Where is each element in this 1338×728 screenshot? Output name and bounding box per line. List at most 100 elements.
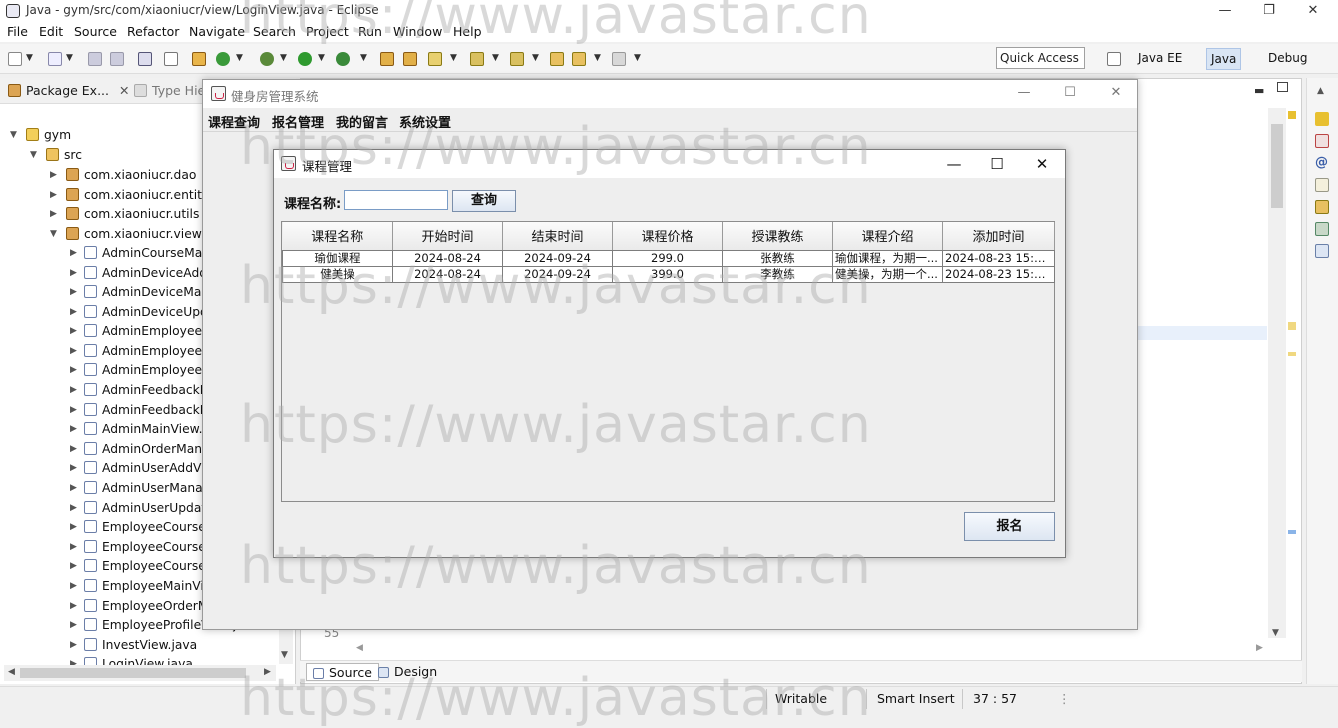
tree-item-package[interactable]: ▶ com.xiaoniucr.utils [50,204,199,224]
scroll-down-icon[interactable]: ▼ [281,650,288,660]
menu-project[interactable]: Project [306,24,349,39]
dialog-close-button[interactable]: ✕ [1022,153,1062,175]
chevron-down-icon[interactable]: ▼ [30,145,38,165]
javadoc-icon[interactable]: @ [1315,156,1329,170]
new-file-icon[interactable] [8,52,22,66]
chevron-right-icon[interactable]: ▶ [70,302,78,322]
table-cell[interactable]: 2024-08-23 15:23... [942,249,1055,267]
chevron-right-icon[interactable]: ▶ [70,537,78,557]
chevron-right-icon[interactable]: ▶ [70,243,78,263]
problems-icon[interactable] [1315,134,1329,148]
tree-item-project[interactable]: ▼ gym [10,125,71,145]
gym-close-button[interactable]: ✕ [1101,83,1131,103]
chevron-right-icon[interactable]: ▶ [70,478,78,498]
chevron-right-icon[interactable]: ▶ [70,458,78,478]
dropdown-arrow-icon[interactable]: ▼ [26,53,33,63]
quick-access-input[interactable]: Quick Access [996,47,1085,69]
back-icon[interactable] [572,52,586,66]
editor-maximize-icon[interactable] [1277,82,1288,92]
pen-icon[interactable] [428,52,442,66]
chevron-right-icon[interactable]: ▶ [70,576,78,596]
table-cell[interactable]: 瑜伽课程 [282,249,393,267]
gym-minimize-button[interactable]: — [1009,83,1039,103]
chevron-right-icon[interactable]: ▶ [70,282,78,302]
tree-item-src[interactable]: ▼ src [30,145,82,165]
eclipse-close-button[interactable]: ✕ [1298,1,1328,21]
occurrence-marker-icon[interactable] [1288,352,1296,356]
menu-help[interactable]: Help [453,24,482,39]
chevron-right-icon[interactable]: ▶ [70,380,78,400]
occurrence-marker-icon[interactable] [1288,322,1296,330]
scroll-down-icon[interactable]: ▼ [1272,628,1279,638]
dropdown-arrow-icon[interactable]: ▼ [360,53,367,63]
open-type-icon[interactable] [403,52,417,66]
menu-run[interactable]: Run [358,24,382,39]
table-cell[interactable]: 2024-08-23 15:26... [942,265,1055,283]
menu-refactor[interactable]: Refactor [127,24,179,39]
console-icon[interactable] [1315,244,1329,258]
save-all-icon[interactable] [110,52,124,66]
scroll-right-icon[interactable]: ▶ [264,667,271,677]
chevron-right-icon[interactable]: ▶ [50,165,58,185]
dropdown-arrow-icon[interactable]: ▼ [594,53,601,63]
run-external-icon[interactable] [336,52,350,66]
chevron-right-icon[interactable]: ▶ [70,439,78,459]
perspective-debug[interactable]: Debug [1264,48,1311,70]
next-annotation-icon[interactable] [470,52,484,66]
chevron-right-icon[interactable]: ▶ [70,419,78,439]
menu-window[interactable]: Window [393,24,442,39]
column-header[interactable]: 课程介绍 [832,222,943,251]
table-cell[interactable]: 张教练 [722,249,833,267]
dropdown-arrow-icon[interactable]: ▼ [66,53,73,63]
table-cell[interactable]: 399.0 [612,265,723,283]
course-name-input[interactable] [344,190,448,210]
close-tab-icon[interactable]: ✕ [119,83,129,98]
eclipse-minimize-button[interactable]: — [1210,1,1240,21]
gym-maximize-button[interactable]: ☐ [1055,83,1085,103]
signup-button[interactable]: 报名 [964,512,1055,541]
scroll-left-icon[interactable]: ◀ [356,643,363,653]
column-header[interactable]: 开始时间 [392,222,503,251]
tab-source[interactable]: Source [306,663,379,681]
editor-minimize-icon[interactable]: ▬ [1254,84,1264,97]
save-icon[interactable] [88,52,102,66]
table-cell[interactable]: 瑜伽课程，为期一... [832,249,943,267]
last-edit-icon[interactable] [550,52,564,66]
menu-course-query[interactable]: 课程查询 [208,112,260,131]
menu-source[interactable]: Source [74,24,117,39]
dialog-minimize-button[interactable]: — [934,153,974,175]
tasks-icon[interactable] [1315,112,1329,126]
dropdown-arrow-icon[interactable]: ▼ [492,53,499,63]
run-icon[interactable] [298,52,312,66]
chevron-right-icon[interactable]: ▶ [70,615,78,635]
tab-design[interactable]: Design [372,663,443,681]
tree-item-file[interactable]: ▶ InvestView.java [70,635,276,655]
scroll-left-icon[interactable]: ◀ [8,667,15,677]
chevron-right-icon[interactable]: ▶ [70,596,78,616]
progress-icon[interactable] [1315,222,1329,236]
tree-item-file[interactable]: ▶ LoginView.java [70,654,276,665]
refresh-icon[interactable] [216,52,230,66]
table-cell[interactable]: 299.0 [612,249,723,267]
query-button[interactable]: 查询 [452,190,516,212]
current-line-marker-icon[interactable] [1288,530,1296,534]
perspective-java[interactable]: Java [1206,48,1242,70]
dropdown-arrow-icon[interactable]: ▼ [450,53,457,63]
new-project-icon[interactable] [48,52,62,66]
dropdown-arrow-icon[interactable]: ▼ [532,53,539,63]
tab-type-hierarchy[interactable]: Type Hie [134,83,205,98]
forward-icon[interactable] [612,52,626,66]
chevron-right-icon[interactable]: ▶ [70,517,78,537]
column-header[interactable]: 课程价格 [612,222,723,251]
scrollbar-thumb[interactable] [20,668,246,678]
explorer-horizontal-scrollbar[interactable] [4,665,276,681]
menu-my-messages[interactable]: 我的留言 [336,112,388,131]
skip-breakpoints-icon[interactable] [164,52,178,66]
open-perspective-icon[interactable] [1107,52,1121,66]
table-cell[interactable]: 2024-08-24 [392,265,503,283]
tree-item-package[interactable]: ▼ com.xiaoniucr.view [50,224,202,244]
table-cell[interactable]: 健美操 [282,265,393,283]
chevron-right-icon[interactable]: ▶ [50,185,58,205]
search-icon[interactable] [1315,200,1329,214]
table-cell[interactable]: 2024-09-24 [502,265,613,283]
